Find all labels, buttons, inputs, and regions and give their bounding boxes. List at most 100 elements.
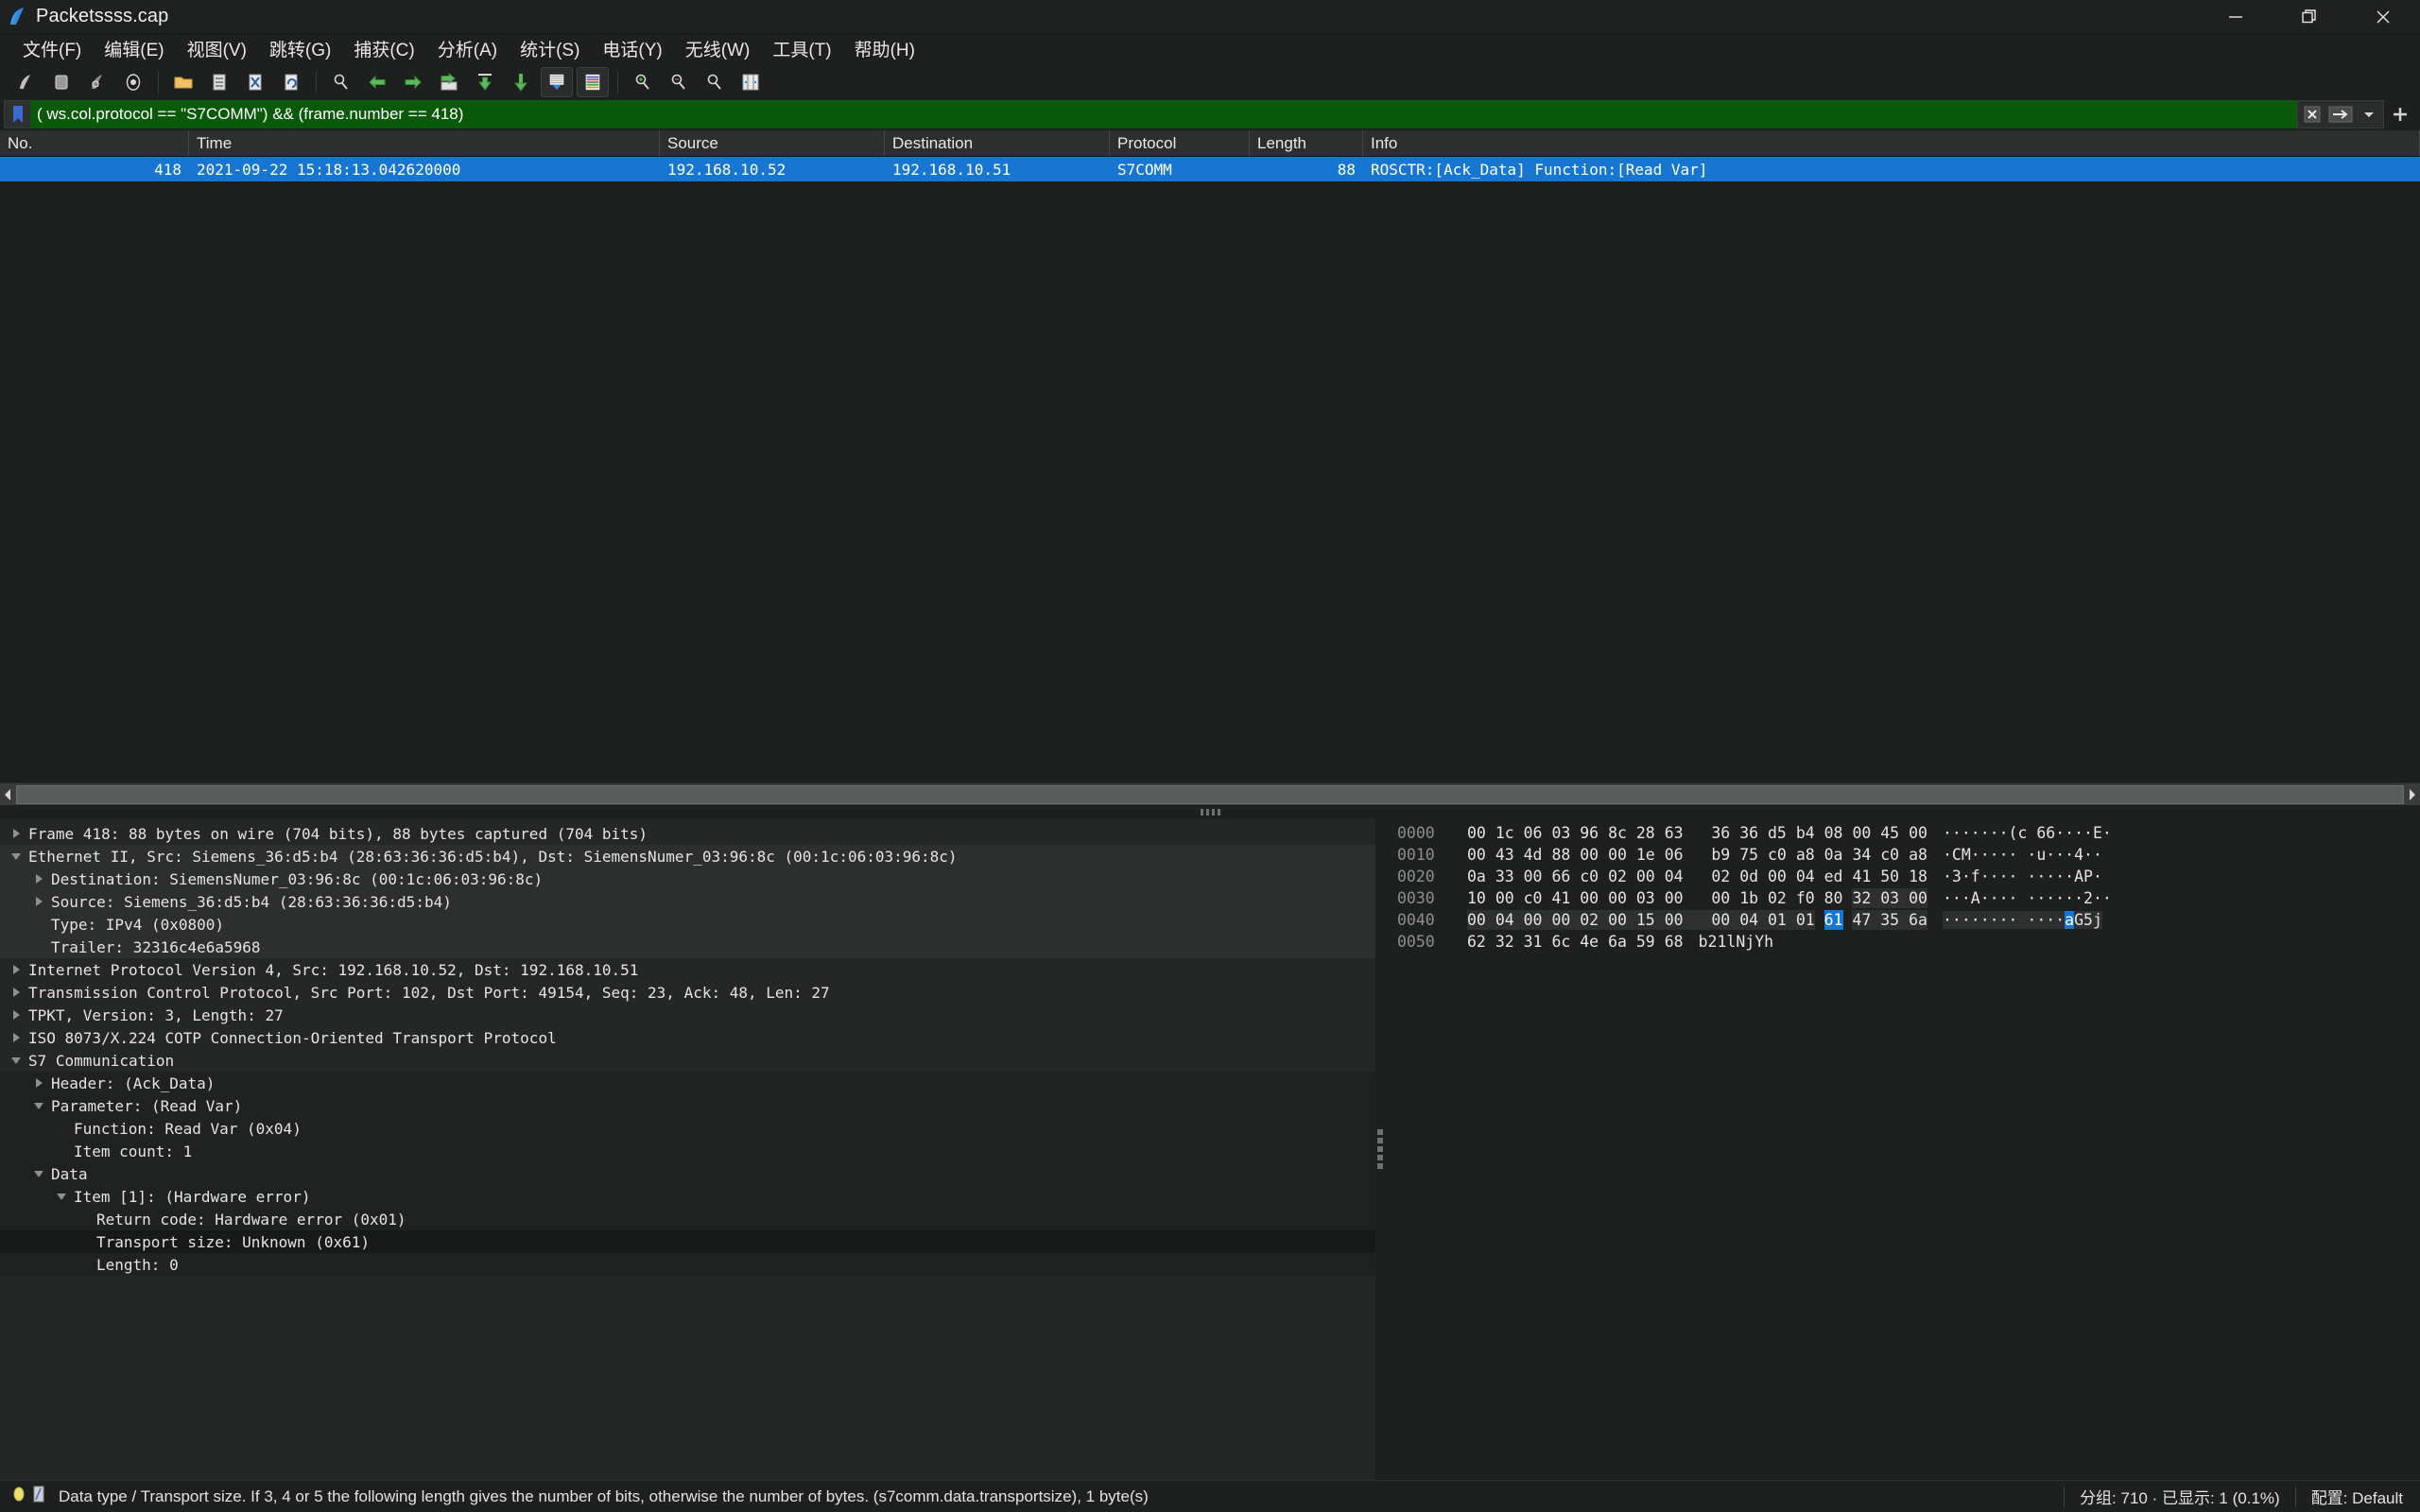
hex-byte[interactable]: 36 [1739, 823, 1758, 843]
hex-byte[interactable]: 1c [1495, 823, 1514, 843]
detail-tree-item[interactable]: Return code: Hardware error (0x01) [0, 1208, 1375, 1230]
hex-byte[interactable]: 08 [1824, 823, 1843, 843]
chevron-down-icon[interactable] [6, 852, 26, 860]
hex-byte[interactable]: 28 [1636, 823, 1655, 843]
go-to-packet-icon[interactable] [431, 66, 467, 98]
hex-byte[interactable]: 41 [1852, 867, 1871, 886]
column-destination[interactable]: Destination [885, 130, 1110, 156]
hex-byte[interactable]: 00 [1636, 867, 1655, 886]
hex-byte[interactable]: 04 [1495, 910, 1514, 930]
detail-tree-item[interactable]: Frame 418: 88 bytes on wire (704 bits), … [0, 822, 1375, 845]
hex-byte[interactable]: 0a [1824, 845, 1843, 865]
hex-byte[interactable]: f0 [1796, 888, 1815, 908]
detail-tree-item[interactable]: Parameter: (Read Var) [0, 1094, 1375, 1117]
hex-byte[interactable]: 00 [1608, 888, 1627, 908]
hex-byte[interactable]: 43 [1495, 845, 1514, 865]
hex-byte[interactable]: 00 [1467, 845, 1486, 865]
chevron-down-icon[interactable] [28, 1102, 49, 1109]
detail-tree-item[interactable]: Type: IPv4 (0x0800) [0, 913, 1375, 936]
detail-tree-item[interactable]: Ethernet II, Src: Siemens_36:d5:b4 (28:6… [0, 845, 1375, 868]
hex-dump-row[interactable]: 0000 00 1c 06 03 96 8c 28 63 36 36 d5 b4 … [1384, 822, 2420, 844]
hex-byte[interactable]: 4d [1524, 845, 1543, 865]
hex-byte[interactable]: 31 [1524, 932, 1543, 952]
column-time[interactable]: Time [189, 130, 660, 156]
hex-byte[interactable]: 32 [1495, 932, 1514, 952]
hex-byte[interactable]: 00 [1580, 845, 1599, 865]
hex-byte[interactable]: 59 [1636, 932, 1655, 952]
minimize-button[interactable] [2199, 0, 2273, 34]
hex-byte[interactable]: 1b [1739, 888, 1758, 908]
go-forward-icon[interactable] [395, 66, 431, 98]
add-filter-button[interactable] [2384, 100, 2416, 129]
hex-byte[interactable]: 68 [1665, 932, 1684, 952]
menu-wireless[interactable]: 无线(W) [674, 33, 762, 65]
clear-filter-icon[interactable] [2298, 101, 2326, 128]
zoom-reset-icon[interactable] [697, 66, 733, 98]
menu-tools[interactable]: 工具(T) [761, 33, 842, 65]
hex-byte[interactable]: 04 [1739, 910, 1759, 930]
hex-byte[interactable]: c0 [1768, 845, 1787, 865]
hex-byte[interactable]: 96 [1580, 823, 1599, 843]
hex-dump-row[interactable]: 0050 62 32 31 6c 4e 6a 59 68 b21lNjYh [1384, 931, 2420, 953]
menu-statistics[interactable]: 统计(S) [509, 33, 591, 65]
start-capture-icon[interactable] [8, 66, 43, 98]
detail-tree-item[interactable]: ISO 8073/X.224 COTP Connection-Oriented … [0, 1026, 1375, 1049]
hex-byte[interactable]: c0 [1880, 845, 1899, 865]
packet-list-body[interactable]: 418 2021-09-22 15:18:13.042620000 192.16… [0, 157, 2420, 782]
hex-byte[interactable]: 00 [1768, 867, 1787, 886]
hex-byte[interactable]: 75 [1739, 845, 1758, 865]
close-button[interactable] [2346, 0, 2420, 34]
go-to-last-packet-icon[interactable] [503, 66, 539, 98]
column-info[interactable]: Info [1363, 130, 2420, 156]
hex-byte[interactable]: 34 [1852, 845, 1871, 865]
packet-bytes-pane[interactable]: 0000 00 1c 06 03 96 8c 28 63 36 36 d5 b4 … [1384, 818, 2420, 1480]
chevron-right-icon[interactable] [6, 829, 26, 838]
hex-byte[interactable]: 0a [1467, 867, 1486, 886]
packet-details-pane[interactable]: Frame 418: 88 bytes on wire (704 bits), … [0, 818, 1375, 1480]
menu-capture[interactable]: 捕获(C) [342, 33, 425, 65]
hex-byte[interactable]: 00 [1608, 845, 1627, 865]
hex-byte[interactable]: a8 [1909, 845, 1927, 865]
hex-byte[interactable]: 00 [1608, 910, 1627, 930]
detail-tree-item[interactable]: Destination: SiemensNumer_03:96:8c (00:1… [0, 868, 1375, 890]
detail-tree-item[interactable]: Item count: 1 [0, 1140, 1375, 1162]
chevron-down-icon[interactable] [6, 1057, 26, 1064]
hex-byte[interactable]: 10 [1467, 888, 1486, 908]
hex-byte[interactable]: 02 [1580, 910, 1599, 930]
capture-file-properties-icon[interactable] [32, 1486, 45, 1507]
hex-byte[interactable]: 47 [1852, 910, 1872, 930]
hex-dump-row[interactable]: 0010 00 43 4d 88 00 00 1e 06 b9 75 c0 a8 … [1384, 844, 2420, 866]
hex-byte[interactable]: 6a [1909, 910, 1927, 930]
reload-file-icon[interactable] [273, 66, 309, 98]
detail-tree-item[interactable]: Length: 0 [0, 1253, 1375, 1276]
hex-byte[interactable]: 6c [1551, 932, 1570, 952]
menu-telephony[interactable]: 电话(Y) [591, 33, 673, 65]
menu-analyze[interactable]: 分析(A) [426, 33, 509, 65]
hex-byte[interactable]: 4e [1580, 932, 1599, 952]
auto-scroll-icon[interactable] [541, 67, 573, 97]
hex-byte[interactable]: 06 [1665, 845, 1684, 865]
hex-byte[interactable]: 00 [1711, 910, 1731, 930]
detail-tree-item[interactable]: S7 Communication [0, 1049, 1375, 1072]
hex-byte[interactable]: b4 [1796, 823, 1815, 843]
hex-byte[interactable]: 00 [1852, 823, 1871, 843]
maximize-restore-button[interactable] [2273, 0, 2346, 34]
detail-tree-item[interactable]: Transmission Control Protocol, Src Port:… [0, 981, 1375, 1004]
hex-byte[interactable]: 0d [1739, 867, 1758, 886]
hex-byte[interactable]: 03 [1551, 823, 1570, 843]
find-packet-icon[interactable] [323, 66, 359, 98]
hex-byte[interactable]: c0 [1580, 867, 1599, 886]
hex-byte[interactable]: 00 [1580, 888, 1599, 908]
column-protocol[interactable]: Protocol [1110, 130, 1250, 156]
hex-byte[interactable]: 61 [1824, 910, 1843, 930]
hex-byte[interactable]: a8 [1796, 845, 1815, 865]
table-row[interactable]: 418 2021-09-22 15:18:13.042620000 192.16… [0, 157, 2420, 181]
chevron-right-icon[interactable] [6, 1033, 26, 1042]
hex-byte[interactable]: 04 [1796, 867, 1815, 886]
hex-byte[interactable]: 45 [1880, 823, 1899, 843]
detail-tree-item[interactable]: Trailer: 32316c4e6a5968 [0, 936, 1375, 958]
packet-list-horizontal-scrollbar[interactable] [0, 782, 2420, 805]
display-filter-input[interactable]: ( ws.col.protocol == "S7COMM") && (frame… [30, 100, 2297, 129]
hex-byte[interactable]: 00 [1909, 823, 1927, 843]
expert-info-warning-icon[interactable] [11, 1486, 26, 1507]
